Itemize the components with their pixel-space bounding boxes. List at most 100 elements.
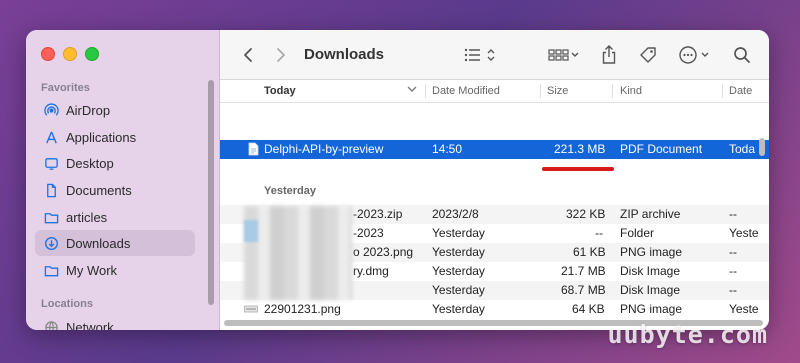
pdf-file-icon xyxy=(248,142,259,159)
file-date-modified: Yesterday xyxy=(432,264,485,278)
column-divider[interactable] xyxy=(425,84,426,98)
file-size: -- xyxy=(595,226,603,240)
sidebar-item-label: AirDrop xyxy=(66,102,111,118)
view-options-button[interactable] xyxy=(464,30,498,79)
chevron-down-icon xyxy=(407,84,417,97)
sidebar-item-label: Network xyxy=(66,319,114,331)
file-row-selected[interactable]: Delphi-API-by-preview 14:50 221.3 MB PDF… xyxy=(220,140,769,159)
file-kind: Disk Image xyxy=(620,264,681,278)
sidebar-item-label: My Work xyxy=(66,262,118,278)
chevron-right-icon xyxy=(277,47,285,62)
file-date-modified: Yesterday xyxy=(432,226,485,240)
file-date-added: Yeste xyxy=(729,302,759,316)
close-button[interactable] xyxy=(41,47,55,61)
image-file-icon xyxy=(244,303,258,318)
airdrop-icon xyxy=(42,101,60,119)
action-menu-button[interactable] xyxy=(678,30,712,79)
annotation-underline xyxy=(542,167,614,171)
forward-button[interactable] xyxy=(275,30,287,79)
back-button[interactable] xyxy=(242,30,254,79)
column-header-name[interactable]: Today xyxy=(264,85,296,97)
list-view-icon xyxy=(464,48,495,61)
column-header-kind[interactable]: Kind xyxy=(620,85,642,97)
file-date-added: -- xyxy=(729,264,737,278)
watermark: uubyte.com xyxy=(607,320,768,349)
file-date-modified: Yesterday xyxy=(432,283,485,297)
share-icon xyxy=(602,44,616,64)
sidebar-scrollbar[interactable] xyxy=(208,80,214,305)
zoom-button[interactable] xyxy=(85,47,99,61)
column-divider[interactable] xyxy=(612,84,613,98)
vertical-scrollbar[interactable] xyxy=(759,138,765,156)
sidebar-item-documents[interactable]: Documents xyxy=(35,177,195,203)
search-button[interactable] xyxy=(733,30,751,79)
sidebar-item-label: articles xyxy=(66,209,108,225)
folder-icon xyxy=(42,208,60,226)
column-divider[interactable] xyxy=(540,84,541,98)
column-divider[interactable] xyxy=(722,84,723,98)
favorites-section-title: Favorites xyxy=(41,82,90,94)
finder-window: Favorites AirDrop Applications Desktop D… xyxy=(26,30,769,330)
search-icon xyxy=(734,46,750,63)
sidebar-item-label: Documents xyxy=(66,182,132,198)
tag-icon xyxy=(640,46,656,63)
minimize-button[interactable] xyxy=(63,47,77,61)
grid-icon xyxy=(548,48,579,61)
file-date-modified: Yesterday xyxy=(432,245,485,259)
chevron-left-icon xyxy=(244,47,252,62)
file-name: -2023.zip xyxy=(353,207,403,221)
share-button[interactable] xyxy=(601,30,617,79)
applications-icon xyxy=(42,128,60,146)
redacted-filenames xyxy=(244,206,352,300)
file-kind: Folder xyxy=(620,226,655,240)
document-icon xyxy=(42,181,60,199)
column-header-row: Today Date Modified Size Kind Date xyxy=(220,80,769,103)
file-date-added: Toda xyxy=(729,142,756,156)
tag-button[interactable] xyxy=(638,30,658,79)
sidebar-item-downloads[interactable]: Downloads xyxy=(35,230,195,256)
group-label-yesterday: Yesterday xyxy=(264,185,316,197)
column-header-date-added[interactable]: Date xyxy=(729,85,752,97)
window-title: Downloads xyxy=(304,46,385,63)
sidebar-item-airdrop[interactable]: AirDrop xyxy=(35,97,195,123)
column-header-date-modified[interactable]: Date Modified xyxy=(432,85,500,97)
sidebar-item-articles[interactable]: articles xyxy=(35,204,195,230)
file-list: Today Date Modified Size Kind Date Delph… xyxy=(220,80,769,330)
group-by-button[interactable] xyxy=(548,30,580,79)
file-name: -2023 xyxy=(353,226,384,240)
file-name: 22901231.png xyxy=(264,302,341,316)
download-icon xyxy=(42,234,60,252)
file-kind: ZIP archive xyxy=(620,207,681,221)
toolbar: Downloads xyxy=(220,30,769,80)
file-name: o 2023.png xyxy=(353,245,414,259)
file-date-added: -- xyxy=(729,207,737,221)
window-controls xyxy=(41,47,99,61)
sidebar-item-network[interactable]: Network xyxy=(35,314,195,330)
locations-section-title: Locations xyxy=(41,298,93,310)
sidebar: Favorites AirDrop Applications Desktop D… xyxy=(26,30,220,330)
file-size: 64 KB xyxy=(572,302,605,316)
network-icon xyxy=(42,318,60,330)
file-date-modified: 14:50 xyxy=(432,142,463,156)
file-date-added: -- xyxy=(729,245,737,259)
file-kind: PDF Document xyxy=(620,142,703,156)
file-name: ry.dmg xyxy=(353,264,389,278)
sidebar-item-label: Downloads xyxy=(66,235,131,251)
file-kind: Disk Image xyxy=(620,283,681,297)
file-size: 68.7 MB xyxy=(561,283,606,297)
sidebar-item-my-work[interactable]: My Work xyxy=(35,257,195,283)
file-size: 221.3 MB xyxy=(554,142,606,156)
column-header-size[interactable]: Size xyxy=(547,85,568,97)
sidebar-item-label: Applications xyxy=(66,129,137,145)
file-size: 21.7 MB xyxy=(561,264,606,278)
file-date-modified: 2023/2/8 xyxy=(432,207,479,221)
file-kind: PNG image xyxy=(620,245,683,259)
file-date-added: -- xyxy=(729,283,737,297)
sidebar-item-applications[interactable]: Applications xyxy=(35,124,195,150)
folder-thumbnail xyxy=(244,220,258,242)
sidebar-item-desktop[interactable]: Desktop xyxy=(35,150,195,176)
folder-icon xyxy=(42,261,60,279)
file-kind: PNG image xyxy=(620,302,683,316)
desktop-icon xyxy=(42,154,60,172)
file-row[interactable]: 22901231.png Yesterday 64 KB PNG image Y… xyxy=(220,300,769,319)
